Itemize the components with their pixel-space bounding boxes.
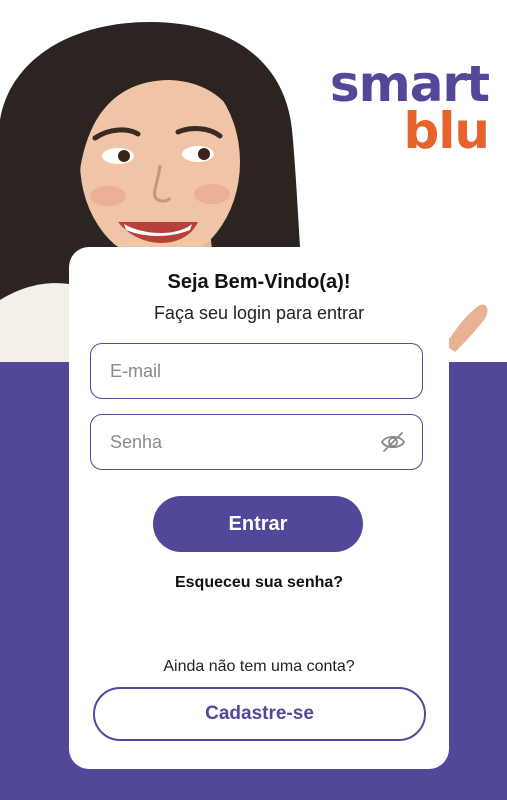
login-card: Seja Bem-Vindo(a)! Faça seu login para e… <box>69 247 449 769</box>
password-field[interactable] <box>90 414 423 470</box>
forgot-password-link[interactable]: Esqueceu sua senha? <box>69 574 449 592</box>
eye-slash-icon[interactable] <box>380 431 406 453</box>
logo-text-smart: smart <box>329 55 490 113</box>
email-field[interactable] <box>90 343 423 399</box>
email-input[interactable] <box>91 344 370 398</box>
no-account-text: Ainda não tem uma conta? <box>163 658 355 675</box>
logo-text-blu: blu <box>403 102 490 160</box>
login-button[interactable]: Entrar <box>153 496 363 552</box>
welcome-title: Seja Bem-Vindo(a)! <box>167 271 351 293</box>
signup-button[interactable]: Cadastre-se <box>93 687 426 741</box>
smartblu-logo: smart blu <box>329 55 490 160</box>
login-subtitle: Faça seu login para entrar <box>153 303 365 323</box>
password-input[interactable] <box>91 415 370 469</box>
